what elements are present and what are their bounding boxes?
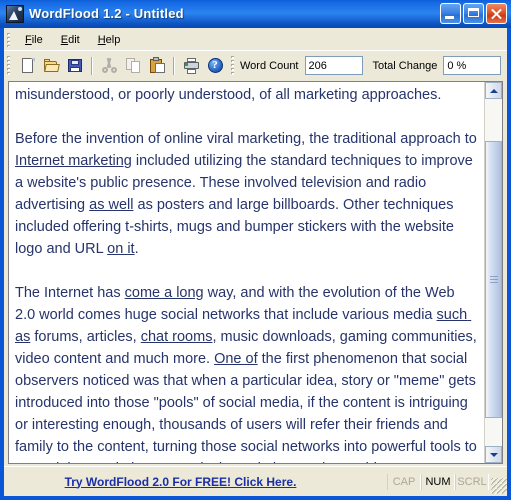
minimize-button[interactable]: [440, 3, 461, 24]
text-run: Before the invention of online viral mar…: [15, 131, 481, 147]
copy-pages-icon: [125, 57, 142, 74]
menu-item-help-label: elp: [105, 33, 121, 46]
toolbar-separator-2: [173, 56, 175, 75]
status-indicator-num: NUM: [421, 473, 455, 490]
wordflood-app-icon: [6, 4, 24, 23]
window-title: WordFlood 1.2 - Untitled: [29, 6, 184, 21]
save-floppy-icon: [67, 57, 84, 74]
copy-button[interactable]: [121, 54, 145, 77]
underlined-phrase: One of: [214, 351, 258, 367]
scrollbar-grip-icon: [489, 275, 498, 283]
menu-item-file[interactable]: File: [16, 32, 52, 48]
main-toolbar: ? Word Count Total Change »: [4, 50, 507, 80]
underlined-phrase: come a long: [124, 285, 204, 301]
toolbar-separator-3: [231, 55, 234, 76]
new-document-icon: [19, 57, 36, 74]
window-resize-grip[interactable]: [491, 477, 507, 494]
underlined-phrase: chat rooms: [140, 329, 213, 345]
document-paragraph: misunderstood, or poorly understood, of …: [15, 84, 478, 106]
scrollbar-track[interactable]: [485, 99, 502, 446]
printer-icon: [183, 57, 200, 74]
text-run: .: [134, 241, 139, 257]
menu-item-edit-label: dit: [68, 33, 80, 46]
text-run: misunderstood, or poorly understood, of …: [15, 87, 442, 103]
status-indicator-scrl: SCRL: [455, 473, 489, 490]
document-paragraph: Before the invention of online viral mar…: [15, 128, 478, 260]
cut-button[interactable]: [97, 54, 121, 77]
scroll-up-button[interactable]: [485, 82, 502, 99]
document-paragraph: The Internet has come a long way, and wi…: [15, 282, 478, 463]
save-file-button[interactable]: [63, 54, 87, 77]
underlined-phrase: as well: [89, 197, 134, 213]
open-folder-icon: [43, 57, 60, 74]
print-button[interactable]: [179, 54, 203, 77]
text-run: forums, articles,: [30, 329, 141, 345]
wordflood-application-window: WordFlood 1.2 - Untitled File Edit Help: [0, 0, 511, 500]
underlined-phrase: Internet marketing: [15, 153, 132, 169]
new-document-button[interactable]: [15, 54, 39, 77]
promo-link-zone: Try WordFlood 2.0 For FREE! Click Here.: [4, 475, 387, 489]
scroll-down-button[interactable]: [485, 446, 502, 463]
menu-item-help[interactable]: Help: [89, 32, 130, 48]
text-run: The Internet has: [15, 285, 125, 301]
menu-item-file-label: ile: [31, 33, 43, 46]
help-question-icon: ?: [207, 57, 224, 74]
promo-link[interactable]: Try WordFlood 2.0 For FREE! Click Here.: [65, 475, 297, 489]
scroll-down-arrow-icon: [489, 452, 498, 457]
total-change-label: Total Change: [372, 59, 438, 72]
menu-bar: File Edit Help: [4, 29, 507, 50]
status-indicator-cap: CAP: [387, 473, 421, 490]
word-count-input[interactable]: [304, 56, 363, 75]
close-button[interactable]: [486, 3, 507, 24]
scroll-up-arrow-icon: [489, 88, 498, 93]
clipboard-paste-icon: [149, 57, 166, 74]
text-editor-panel: misunderstood, or poorly understood, of …: [8, 81, 503, 464]
toolbar-separator-1: [91, 56, 93, 75]
underlined-phrase: on it: [107, 241, 135, 257]
title-bar[interactable]: WordFlood 1.2 - Untitled: [0, 0, 511, 28]
menu-item-edit[interactable]: Edit: [52, 32, 89, 48]
scissors-icon: [101, 57, 118, 74]
document-text-area[interactable]: misunderstood, or poorly understood, of …: [9, 82, 484, 463]
editor-vertical-scrollbar[interactable]: [484, 82, 502, 463]
caption-button-group: [440, 3, 511, 24]
word-count-label: Word Count: [240, 59, 299, 72]
open-file-button[interactable]: [39, 54, 63, 77]
scrollbar-thumb[interactable]: [485, 140, 502, 419]
total-change-input[interactable]: [443, 56, 502, 75]
help-button[interactable]: ?: [203, 54, 227, 77]
menu-bar-grip[interactable]: [7, 32, 10, 47]
paste-button[interactable]: [145, 54, 169, 77]
status-bar: Try WordFlood 2.0 For FREE! Click Here. …: [4, 466, 507, 496]
maximize-button[interactable]: [463, 3, 484, 24]
text-run: the first phenomenon that social observe…: [15, 351, 477, 463]
toolbar-grip[interactable]: [7, 55, 10, 76]
